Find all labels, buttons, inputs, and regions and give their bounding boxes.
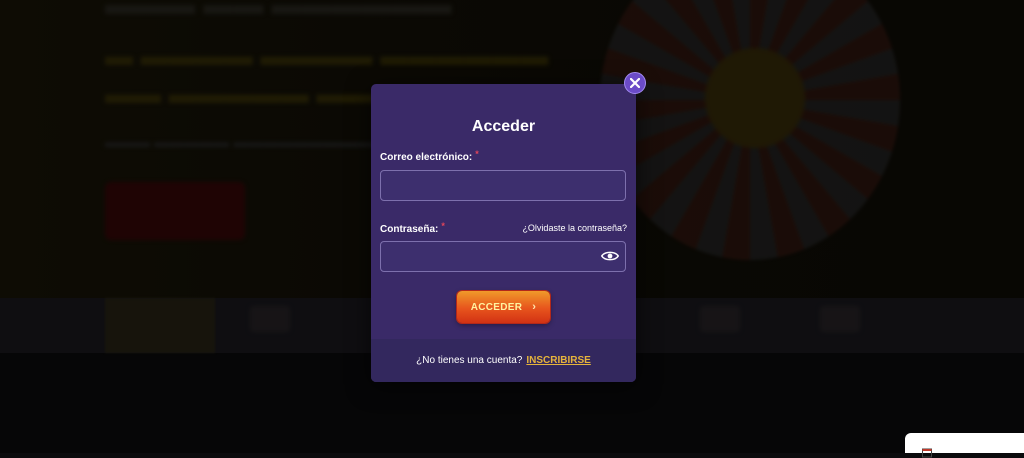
eye-icon[interactable] <box>601 250 619 262</box>
email-label-text: Correo electrónico: <box>380 152 473 163</box>
forgot-password-link[interactable]: ¿Olvidaste la contraseña? <box>522 223 627 233</box>
password-label-text: Contraseña: <box>380 224 439 235</box>
modal-title: Acceder <box>471 118 536 135</box>
signup-link[interactable]: INSCRIBIRSE <box>526 355 590 366</box>
email-label: Correo electrónico: * <box>380 149 479 163</box>
login-modal: Acceder Correo electrónico: * Contraseña:… <box>371 84 636 382</box>
no-account-text: ¿No tienes una cuenta? <box>416 355 523 366</box>
password-label: Contraseña: * <box>380 221 445 235</box>
chevron-right-icon: › <box>532 301 537 313</box>
corner-widget[interactable] <box>905 433 1024 458</box>
submit-label: ACCEDER <box>470 301 523 313</box>
email-input[interactable] <box>380 170 626 201</box>
email-required-mark: * <box>475 149 479 159</box>
close-button[interactable] <box>624 72 646 94</box>
calendar-icon <box>922 448 932 458</box>
password-required-mark: * <box>441 221 445 231</box>
modal-footer: ¿No tienes una cuenta? INSCRIBIRSE <box>371 339 636 382</box>
close-icon <box>630 78 640 88</box>
password-input[interactable] <box>380 241 626 272</box>
submit-button[interactable]: ACCEDER › <box>457 291 550 323</box>
